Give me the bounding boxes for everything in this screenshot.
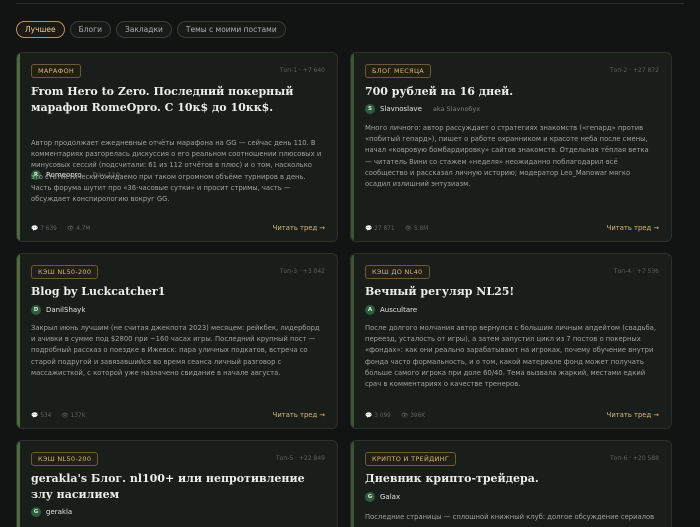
card-title[interactable]: Blog by Luckcatcher1	[31, 284, 325, 300]
author-name[interactable]: Auscultare	[380, 306, 417, 314]
rank-meta: Топ-5 · +22 849	[276, 455, 325, 462]
author-name[interactable]: gerakla	[46, 508, 72, 516]
card-excerpt: Закрыл июнь лучшим (не считая джекпота 2…	[31, 324, 320, 377]
author-row: S Slavnoslave aka Slavnобух	[365, 104, 480, 114]
card-excerpt: После долгого молчания автор вернулся с …	[365, 324, 656, 389]
view-count: 4.7M	[76, 226, 91, 232]
avatar[interactable]: D	[31, 305, 41, 315]
read-more-link[interactable]: Читать тред →	[607, 411, 659, 419]
comment-icon: 💬	[31, 413, 39, 419]
card-stats: 💬 534 👁 137K	[31, 413, 86, 419]
read-more-link[interactable]: Читать тред →	[273, 411, 325, 419]
tab-blogs[interactable]: Блоги	[69, 21, 111, 38]
rank-meta: Топ-6 · +20 588	[610, 455, 659, 462]
comment-count: 7 639	[40, 226, 57, 232]
comment-icon: 💬	[365, 413, 373, 419]
view-count: 396K	[410, 413, 426, 419]
category-badge[interactable]: Крипто и трейдинг	[365, 452, 457, 466]
blog-card[interactable]: Марафон Топ-1 · +7 640 From Hero to Zero…	[16, 52, 338, 242]
comment-icon: 💬	[365, 226, 373, 232]
card-title[interactable]: 700 рублей на 16 дней.	[365, 84, 659, 100]
author-row: G gerakla	[31, 507, 72, 517]
comment-icon: 💬	[31, 226, 39, 232]
avatar[interactable]: S	[365, 104, 375, 114]
author-name[interactable]: Galax	[380, 493, 400, 501]
eye-icon: 👁	[400, 413, 409, 419]
rank-meta: Топ-2 · +27 872	[610, 67, 659, 74]
card-stats: 💬 3 099 👁 396K	[365, 413, 425, 419]
card-stats: 💬 7 639 👁 4.7M	[31, 226, 90, 232]
author-row: D DanilShayk	[31, 305, 85, 315]
view-count: 5.8M	[413, 226, 429, 232]
eye-icon: 👁	[61, 413, 69, 419]
author-name[interactable]: DanilShayk	[46, 306, 85, 314]
card-title[interactable]: Дневник крипто-трейдера.	[365, 471, 659, 487]
category-badge[interactable]: Марафон	[31, 64, 82, 78]
avatar[interactable]: G	[365, 492, 375, 502]
avatar[interactable]: G	[31, 507, 41, 517]
filter-tabs: Лучшее Блоги Закладки Темы с моими поста…	[16, 21, 286, 38]
comment-count: 3 099	[374, 413, 391, 419]
rank-meta: Топ-4 · +7 536	[613, 268, 659, 275]
category-badge[interactable]: Кэш NL50-200	[31, 452, 99, 466]
top-divider	[16, 3, 684, 4]
rank-meta: Топ-1 · +7 640	[279, 67, 325, 74]
card-title[interactable]: From Hero to Zero. Последний покерный ма…	[31, 84, 325, 116]
blog-card[interactable]: Кэш NL50-200 Топ-5 · +22 849 gerakla's Б…	[16, 440, 338, 527]
author-row: G Galax	[365, 492, 400, 502]
tab-best[interactable]: Лучшее	[16, 21, 65, 38]
tab-my-topics[interactable]: Темы с моими постами	[176, 21, 286, 38]
tab-bookmarks[interactable]: Закладки	[115, 21, 172, 38]
view-count: 137K	[70, 413, 86, 419]
category-badge[interactable]: Блог месяца	[365, 64, 432, 78]
blog-card[interactable]: Блог месяца Топ-2 · +27 872 700 рублей н…	[350, 52, 672, 242]
blog-card[interactable]: Крипто и трейдинг Топ-6 · +20 588 Дневни…	[350, 440, 672, 527]
card-excerpt: Последние страницы — сплошной книжный кл…	[365, 513, 655, 521]
card-title[interactable]: gerakla's Блог. nl100+ или непротивление…	[31, 471, 325, 503]
author-note: aka Slavnобух	[432, 105, 481, 113]
author-name[interactable]: Slavnoslave	[380, 105, 422, 113]
read-more-link[interactable]: Читать тред →	[273, 224, 325, 232]
category-badge[interactable]: Кэш до NL40	[365, 265, 430, 279]
category-badge[interactable]: Кэш NL50-200	[31, 265, 99, 279]
avatar[interactable]: A	[365, 305, 375, 315]
rank-meta: Топ-3 · +3 042	[279, 268, 325, 275]
eye-icon: 👁	[404, 226, 412, 232]
blog-card[interactable]: Кэш NL50-200 Топ-3 · +3 042 Blog by Luck…	[16, 253, 338, 429]
blog-card[interactable]: Кэш до NL40 Топ-4 · +7 536 Вечный регуля…	[350, 253, 672, 429]
eye-icon: 👁	[66, 226, 75, 232]
card-title[interactable]: Вечный регуляр NL25!	[365, 284, 659, 300]
read-more-link[interactable]: Читать тред →	[607, 224, 659, 232]
comment-count: 27 871	[374, 226, 395, 232]
card-excerpt: Автор продолжает ежедневные отчёты мараф…	[31, 139, 322, 204]
comment-count: 534	[40, 413, 52, 419]
author-row: A Auscultare	[365, 305, 417, 315]
card-stats: 💬 27 871 👁 5.8M	[365, 226, 428, 232]
card-excerpt: Много личного: автор рассуждает о страте…	[365, 124, 649, 189]
